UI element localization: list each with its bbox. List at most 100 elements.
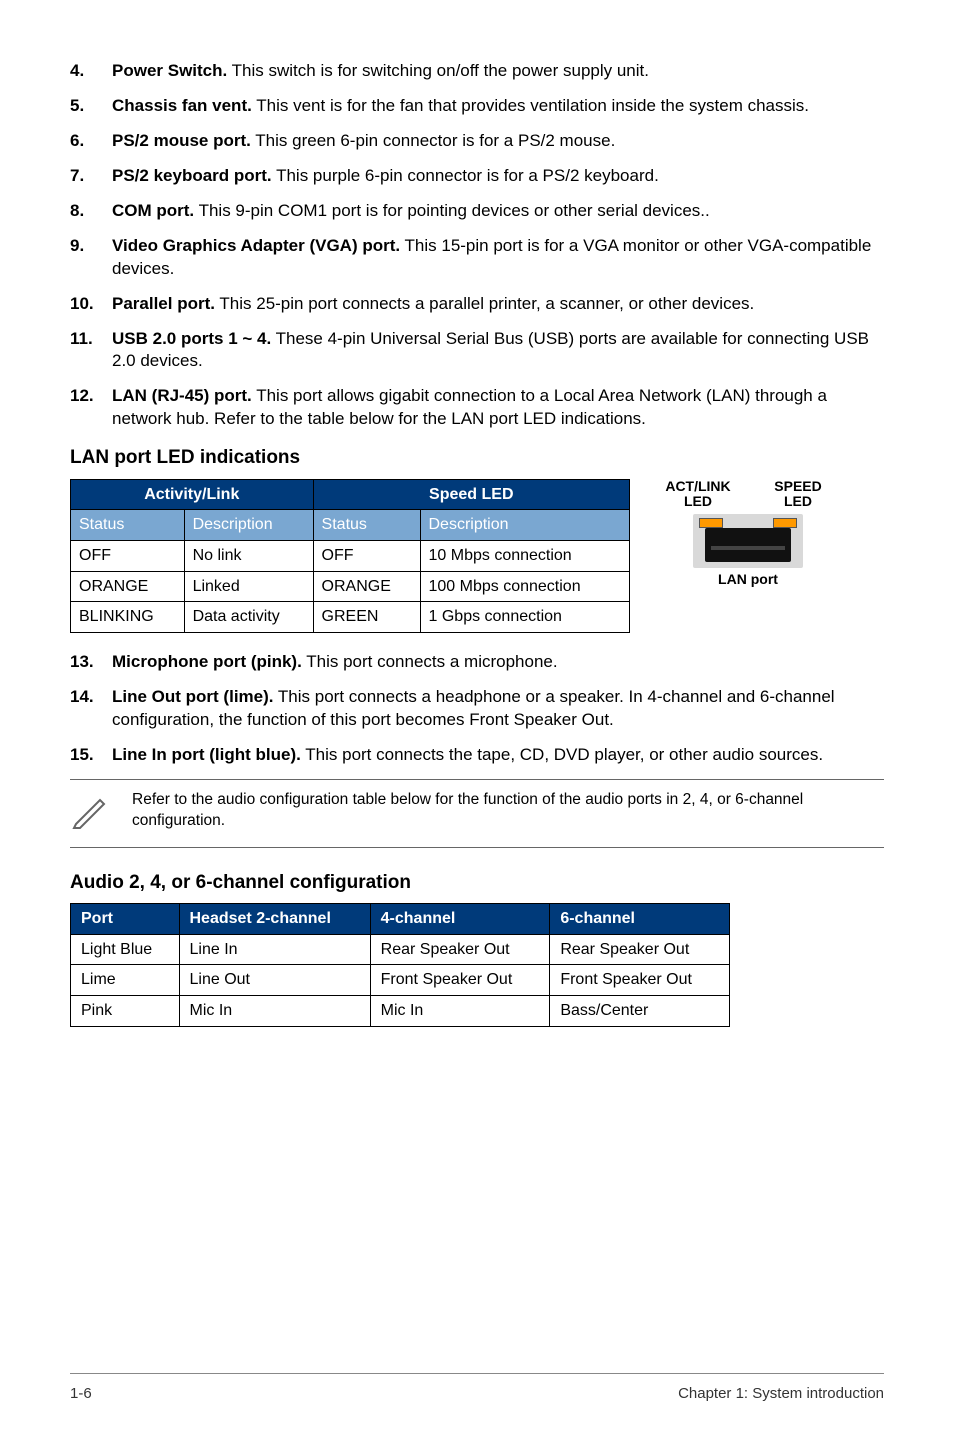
- cell: Data activity: [184, 602, 313, 633]
- table-row: Light Blue Line In Rear Speaker Out Rear…: [71, 934, 730, 965]
- item-text: This purple 6-pin connector is for a PS/…: [272, 166, 659, 185]
- cell: OFF: [313, 541, 420, 572]
- item-text: This 9-pin COM1 port is for pointing dev…: [194, 201, 710, 220]
- table-row: ORANGE Linked ORANGE 100 Mbps connection: [71, 571, 630, 602]
- cell: GREEN: [313, 602, 420, 633]
- item-title: USB 2.0 ports 1 ~ 4.: [112, 329, 271, 348]
- lan-sub-header: Description: [420, 510, 630, 541]
- item-title: Line In port (light blue).: [112, 745, 301, 764]
- cell: Line In: [179, 934, 370, 965]
- item-title: PS/2 mouse port.: [112, 131, 251, 150]
- item-number: 4.: [70, 60, 112, 83]
- lan-led-table: Activity/Link Speed LED Status Descripti…: [70, 479, 630, 633]
- audio-section-title: Audio 2, 4, or 6-channel configuration: [70, 870, 884, 896]
- note-block: Refer to the audio configuration table b…: [70, 779, 884, 848]
- item-number: 5.: [70, 95, 112, 118]
- item-text: This 25-pin port connects a parallel pri…: [215, 294, 754, 313]
- cell: Bass/Center: [550, 995, 730, 1026]
- cell: Pink: [71, 995, 180, 1026]
- item-number: 11.: [70, 328, 112, 374]
- item-body: Power Switch. This switch is for switchi…: [112, 60, 884, 83]
- chapter-label: Chapter 1: System introduction: [678, 1384, 884, 1404]
- cell: Line Out: [179, 965, 370, 996]
- led-label-bottom: LED: [684, 493, 712, 509]
- item-number: 8.: [70, 200, 112, 223]
- port-description-list-2: 13.Microphone port (pink). This port con…: [70, 651, 884, 767]
- item-text: This green 6-pin connector is for a PS/2…: [251, 131, 615, 150]
- page-footer: 1-6 Chapter 1: System introduction: [70, 1373, 884, 1404]
- cell: Lime: [71, 965, 180, 996]
- item-text: This vent is for the fan that provides v…: [252, 96, 809, 115]
- lan-group-header: Activity/Link: [71, 479, 314, 510]
- speed-led-icon: [773, 518, 797, 528]
- table-row: Lime Line Out Front Speaker Out Front Sp…: [71, 965, 730, 996]
- item-title: Line Out port (lime).: [112, 687, 274, 706]
- item-body: USB 2.0 ports 1 ~ 4. These 4-pin Univers…: [112, 328, 884, 374]
- audio-header: 6-channel: [550, 904, 730, 935]
- item-number: 6.: [70, 130, 112, 153]
- item-text: This switch is for switching on/off the …: [227, 61, 649, 80]
- cell: Mic In: [370, 995, 550, 1026]
- lan-port-diagram: ACT/LINKLED SPEEDLED LAN port: [658, 479, 838, 589]
- cell: Mic In: [179, 995, 370, 1026]
- cell: Linked: [184, 571, 313, 602]
- item-body: Chassis fan vent. This vent is for the f…: [112, 95, 884, 118]
- item-body: Microphone port (pink). This port connec…: [112, 651, 884, 674]
- item-title: LAN (RJ-45) port.: [112, 386, 252, 405]
- item-number: 9.: [70, 235, 112, 281]
- cell: Rear Speaker Out: [550, 934, 730, 965]
- item-title: Chassis fan vent.: [112, 96, 252, 115]
- led-label-top: ACT/LINK: [665, 478, 730, 494]
- lan-sub-header: Status: [71, 510, 185, 541]
- item-title: Parallel port.: [112, 294, 215, 313]
- act-link-led-icon: [699, 518, 723, 528]
- lan-group-header: Speed LED: [313, 479, 629, 510]
- item-number: 12.: [70, 385, 112, 431]
- lan-port-caption: LAN port: [658, 570, 838, 589]
- item-number: 14.: [70, 686, 112, 732]
- cell: OFF: [71, 541, 185, 572]
- cell: 100 Mbps connection: [420, 571, 630, 602]
- cell: Front Speaker Out: [550, 965, 730, 996]
- item-number: 7.: [70, 165, 112, 188]
- audio-header: Port: [71, 904, 180, 935]
- item-title: Video Graphics Adapter (VGA) port.: [112, 236, 400, 255]
- audio-config-table: Port Headset 2-channel 4-channel 6-chann…: [70, 903, 730, 1026]
- rj45-port-icon: [693, 514, 803, 568]
- item-body: Line In port (light blue). This port con…: [112, 744, 884, 767]
- item-body: LAN (RJ-45) port. This port allows gigab…: [112, 385, 884, 431]
- item-title: Microphone port (pink).: [112, 652, 302, 671]
- cell: ORANGE: [71, 571, 185, 602]
- table-row: BLINKING Data activity GREEN 1 Gbps conn…: [71, 602, 630, 633]
- item-number: 10.: [70, 293, 112, 316]
- item-body: Video Graphics Adapter (VGA) port. This …: [112, 235, 884, 281]
- item-number: 15.: [70, 744, 112, 767]
- cell: No link: [184, 541, 313, 572]
- cell: 10 Mbps connection: [420, 541, 630, 572]
- item-body: PS/2 keyboard port. This purple 6-pin co…: [112, 165, 884, 188]
- item-title: PS/2 keyboard port.: [112, 166, 272, 185]
- note-text: Refer to the audio configuration table b…: [132, 790, 884, 832]
- table-row: OFF No link OFF 10 Mbps connection: [71, 541, 630, 572]
- item-body: Parallel port. This 25-pin port connects…: [112, 293, 884, 316]
- item-title: Power Switch.: [112, 61, 227, 80]
- cell: ORANGE: [313, 571, 420, 602]
- item-text: This port connects the tape, CD, DVD pla…: [301, 745, 823, 764]
- cell: Light Blue: [71, 934, 180, 965]
- table-row: Pink Mic In Mic In Bass/Center: [71, 995, 730, 1026]
- audio-header: Headset 2-channel: [179, 904, 370, 935]
- item-body: COM port. This 9-pin COM1 port is for po…: [112, 200, 884, 223]
- cell: Front Speaker Out: [370, 965, 550, 996]
- item-body: Line Out port (lime). This port connects…: [112, 686, 884, 732]
- cell: 1 Gbps connection: [420, 602, 630, 633]
- rj45-jack-icon: [705, 528, 791, 562]
- lan-section-title: LAN port LED indications: [70, 445, 884, 471]
- item-title: COM port.: [112, 201, 194, 220]
- item-body: PS/2 mouse port. This green 6-pin connec…: [112, 130, 884, 153]
- note-pencil-icon: [70, 790, 114, 837]
- audio-header: 4-channel: [370, 904, 550, 935]
- lan-sub-header: Description: [184, 510, 313, 541]
- item-text: This port connects a microphone.: [302, 652, 558, 671]
- led-label-bottom: LED: [784, 493, 812, 509]
- cell: Rear Speaker Out: [370, 934, 550, 965]
